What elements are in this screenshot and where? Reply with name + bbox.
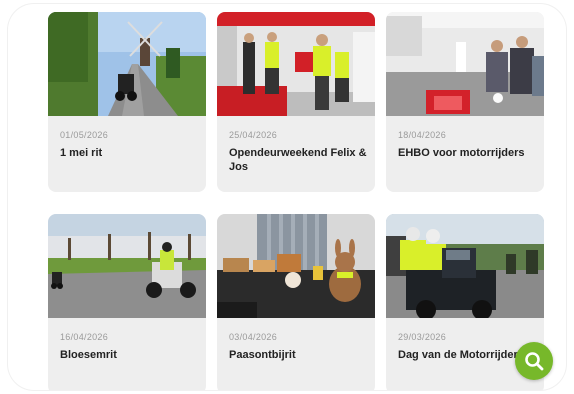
card-title[interactable]: 1 mei rit — [60, 146, 200, 160]
card-image-showroom — [217, 12, 375, 116]
news-grid: 01/05/2026 1 mei rit 25/04/2026 Opendeur… — [8, 4, 566, 390]
card-image-easter-breakfast — [217, 214, 375, 318]
card-title[interactable]: EHBO voor motorrijders — [398, 146, 538, 160]
card-title[interactable]: Paasontbijrit — [229, 348, 369, 362]
news-card-paasontbijrit[interactable]: 03/04/2026 Paasontbijrit — [217, 214, 375, 390]
card-date: 01/05/2026 — [60, 130, 109, 140]
card-title[interactable]: Opendeurweekend Felix & Jos — [229, 146, 369, 174]
card-image-police-motorcycle — [386, 214, 544, 318]
search-button[interactable] — [515, 342, 553, 380]
card-date: 16/04/2026 — [60, 332, 109, 342]
search-icon — [525, 352, 544, 371]
card-image-blossom-road — [48, 214, 206, 318]
card-date: 29/03/2026 — [398, 332, 447, 342]
card-date: 25/04/2026 — [229, 130, 278, 140]
card-date: 03/04/2026 — [229, 332, 278, 342]
news-card-bloesemrit[interactable]: 16/04/2026 Bloesemrit — [48, 214, 206, 390]
news-grid-frame: 01/05/2026 1 mei rit 25/04/2026 Opendeur… — [8, 4, 566, 390]
news-card-1-mei-rit[interactable]: 01/05/2026 1 mei rit — [48, 12, 206, 192]
card-image-windmill-road — [48, 12, 206, 116]
card-image-first-aid-class — [386, 12, 544, 116]
card-date: 18/04/2026 — [398, 130, 447, 140]
news-card-opendeurweekend[interactable]: 25/04/2026 Opendeurweekend Felix & Jos — [217, 12, 375, 192]
news-card-ehbo[interactable]: 18/04/2026 EHBO voor motorrijders — [386, 12, 544, 192]
card-title[interactable]: Bloesemrit — [60, 348, 200, 362]
